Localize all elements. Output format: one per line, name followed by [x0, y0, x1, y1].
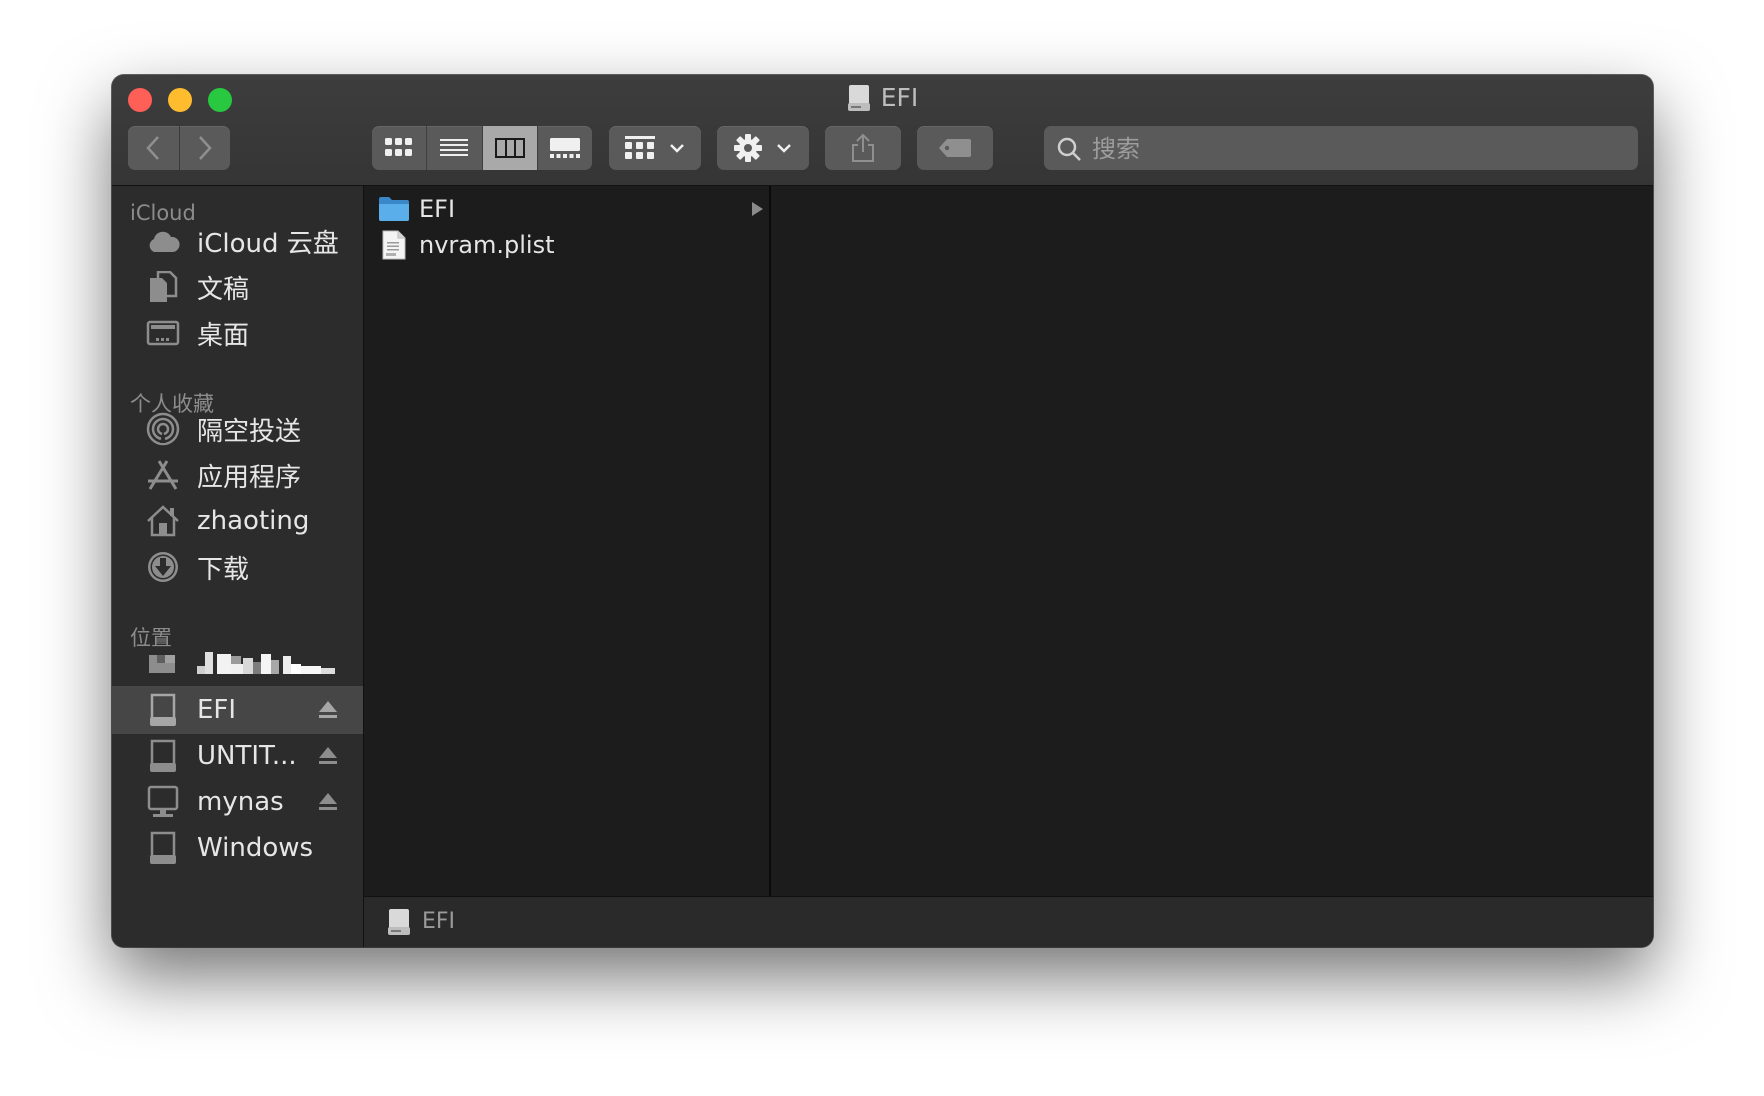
sidebar-item-untitled[interactable]: UNTIT... [112, 732, 363, 780]
navigation-buttons [128, 126, 230, 170]
share-icon [852, 133, 874, 162]
computer-icon [146, 647, 180, 681]
document-icon [146, 270, 180, 304]
sidebar-item-efi[interactable]: EFI [112, 686, 363, 734]
list-icon [440, 139, 469, 156]
chevron-right-icon [198, 136, 212, 160]
path-bar: EFI [364, 896, 1653, 947]
share-button[interactable] [825, 126, 901, 170]
network-drive-icon [146, 785, 180, 819]
download-icon [146, 550, 180, 584]
forward-button[interactable] [178, 126, 231, 170]
drive-icon [146, 693, 180, 727]
eject-icon[interactable] [317, 699, 339, 721]
group-by-button[interactable] [609, 126, 701, 170]
sidebar-item-label: EFI [197, 695, 237, 725]
sidebar-item-mynas[interactable]: mynas [112, 778, 363, 826]
list-view-button[interactable] [426, 126, 481, 170]
path-bar-item[interactable]: EFI [422, 909, 455, 934]
column-efi: EFI nvram.plist [364, 186, 771, 897]
window-title: EFI [880, 83, 919, 112]
sidebar-item-label: UNTIT... [197, 741, 297, 771]
sidebar-item-airdrop[interactable]: 隔空投送 [112, 405, 363, 453]
eject-icon[interactable] [317, 745, 339, 767]
sidebar-item-label: iCloud 云盘 [197, 228, 339, 259]
chevron-down-icon [670, 144, 684, 153]
tag-button[interactable] [917, 126, 993, 170]
tag-icon [939, 139, 971, 157]
sidebar-item-downloads[interactable]: 下载 [112, 543, 363, 591]
sidebar-item-label: 隔空投送 [197, 416, 302, 447]
file-row-nvram-plist[interactable]: nvram.plist [364, 227, 769, 263]
drive-icon [146, 831, 180, 865]
sidebar-item-label: 应用程序 [197, 462, 302, 493]
sidebar-item-label: zhaoting [197, 506, 310, 536]
column-view-button[interactable] [481, 126, 537, 170]
sidebar-item-label: 桌面 [197, 320, 250, 351]
sidebar-item-desktop[interactable]: 桌面 [112, 309, 363, 357]
search-field[interactable] [1044, 126, 1638, 172]
gallery-view-button[interactable] [536, 126, 592, 170]
finder-window: EFI 搜索 iCloud iCloud 云盘 文稿 桌面 个人收藏 隔空投送 … [112, 75, 1653, 947]
airdrop-icon [146, 412, 180, 446]
cloud-icon [146, 224, 180, 258]
sidebar-item-label: 下载 [197, 554, 250, 585]
chevron-down-icon [777, 144, 791, 153]
sidebar-item-label: mynas [197, 787, 284, 817]
gallery-icon [549, 138, 580, 158]
sidebar-item-home[interactable]: zhaoting [112, 497, 363, 545]
drive-icon [146, 739, 180, 773]
disclosure-triangle-icon [752, 202, 763, 216]
applications-icon [146, 458, 180, 492]
drive-icon [847, 84, 870, 111]
grid-icon [385, 138, 413, 156]
sidebar: iCloud iCloud 云盘 文稿 桌面 个人收藏 隔空投送 应用程序 zh… [112, 186, 364, 947]
file-browser: EFI nvram.plist EFI [364, 186, 1653, 947]
action-menu-button[interactable] [717, 126, 809, 170]
window-title-bar: EFI [112, 83, 1653, 113]
folder-icon [378, 193, 410, 225]
back-button[interactable] [128, 126, 179, 170]
redacted-name [197, 652, 335, 674]
toolbar: EFI [112, 75, 1653, 186]
columns-icon [494, 138, 525, 158]
plist-file-icon [378, 229, 410, 261]
sidebar-item-label: 文稿 [197, 274, 250, 305]
sidebar-item-icloud-drive[interactable]: iCloud 云盘 [112, 217, 363, 265]
icon-view-button[interactable] [372, 126, 426, 170]
desktop-icon [146, 316, 180, 350]
file-row-efi-folder[interactable]: EFI [364, 191, 769, 227]
search-input[interactable] [1090, 126, 1614, 172]
sidebar-item-label: Windows [197, 833, 314, 863]
search-icon [1057, 137, 1081, 161]
gear-icon [734, 134, 762, 162]
sidebar-item-windows[interactable]: Windows [112, 824, 363, 872]
sidebar-item-applications[interactable]: 应用程序 [112, 451, 363, 499]
eject-icon[interactable] [317, 791, 339, 813]
sidebar-item-computer[interactable] [112, 640, 363, 688]
view-mode-selector [372, 126, 592, 170]
chevron-left-icon [146, 136, 160, 160]
home-icon [146, 504, 180, 538]
file-name: EFI [419, 195, 456, 223]
drive-icon [388, 909, 410, 935]
file-name: nvram.plist [419, 231, 555, 259]
group-grid-icon [625, 136, 655, 159]
sidebar-item-documents[interactable]: 文稿 [112, 263, 363, 311]
